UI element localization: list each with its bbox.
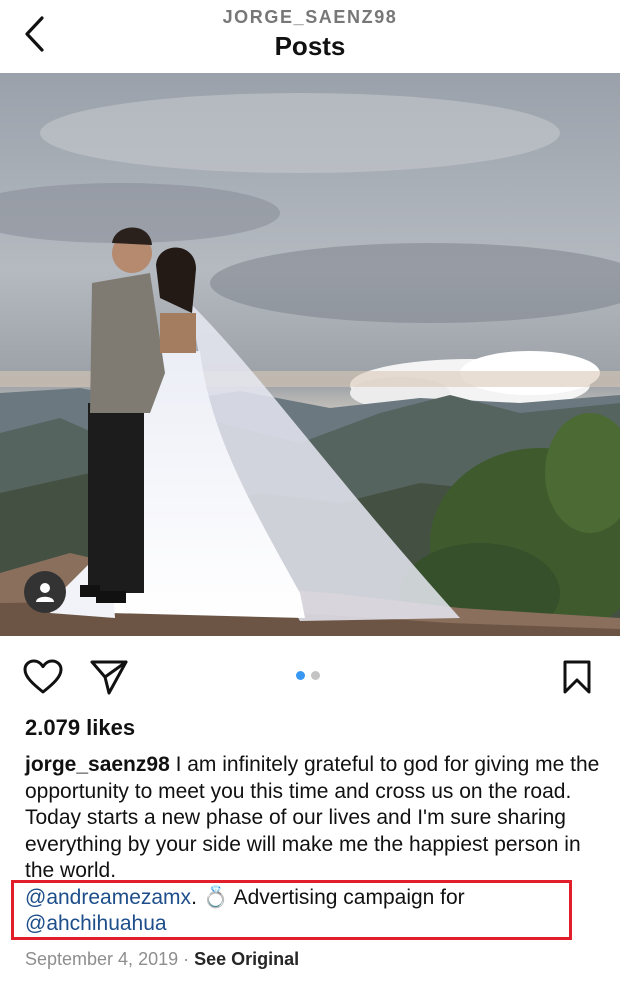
top-bar: JORGE_SAENZ98 Posts — [0, 0, 620, 73]
carousel-dot — [311, 671, 320, 680]
caption-text-2: Advertising campaign for — [228, 885, 465, 909]
caption-punctuation: . — [191, 885, 203, 909]
tagged-users-button[interactable] — [24, 571, 66, 613]
user-icon — [36, 583, 54, 602]
meta-separator: · — [178, 949, 195, 969]
ring-emoji: 💍 — [202, 885, 229, 909]
page-title: Posts — [274, 31, 346, 61]
carousel-indicator — [296, 671, 320, 680]
post-date: September 4, 2019 — [25, 949, 179, 969]
post-photo[interactable] — [0, 73, 620, 636]
likes-count[interactable]: 2.079 likes — [25, 715, 135, 741]
caption-username[interactable]: jorge_saenz98 — [25, 753, 170, 776]
post-caption: jorge_saenz98 I am infinitely grateful t… — [25, 752, 605, 938]
mention-andreamezamx[interactable]: @andreamezamx — [25, 886, 191, 909]
bookmark-icon — [563, 660, 591, 694]
post-actions — [0, 636, 620, 716]
profile-username: JORGE_SAENZ98 — [222, 7, 398, 27]
wedding-photo-illustration — [0, 73, 620, 636]
see-original-button[interactable]: See Original — [194, 949, 299, 969]
mention-ahchihuahua[interactable]: @ahchihuahua — [25, 912, 167, 935]
heart-icon — [23, 659, 63, 694]
paper-plane-icon — [90, 660, 128, 695]
carousel-dot-active — [296, 671, 305, 680]
post-meta: September 4, 2019 · See Original — [25, 949, 299, 970]
save-button[interactable] — [556, 656, 598, 698]
like-button[interactable] — [22, 656, 64, 698]
share-button[interactable] — [88, 656, 130, 698]
